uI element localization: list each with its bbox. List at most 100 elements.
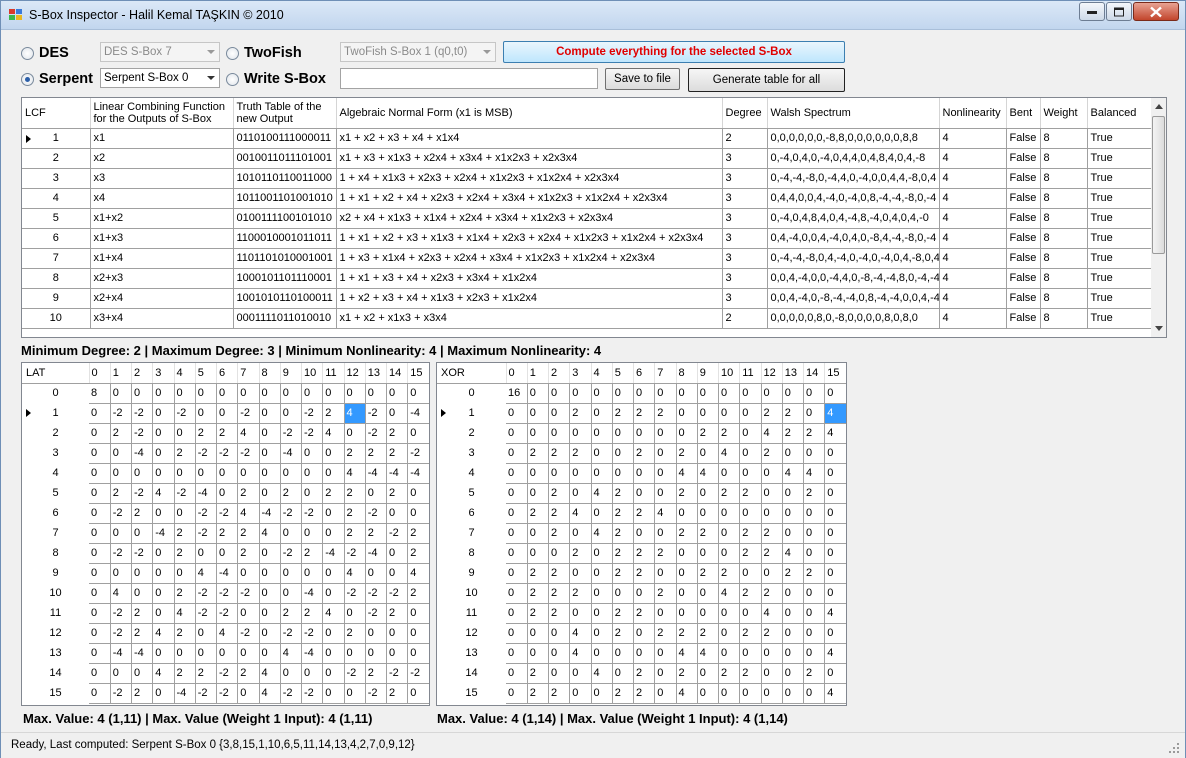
table-cell[interactable]: 4: [569, 623, 592, 644]
table-cell[interactable]: 0: [782, 683, 805, 704]
table-cell[interactable]: -2: [174, 483, 196, 504]
save-to-file-button[interactable]: Save to file: [605, 68, 680, 90]
lcf-col-header[interactable]: Nonlinearity: [939, 98, 1007, 129]
table-cell[interactable]: 0: [803, 543, 826, 564]
table-cell[interactable]: 4: [939, 268, 1007, 289]
table-cell[interactable]: 0: [697, 583, 720, 604]
table-cell[interactable]: 0: [322, 523, 345, 544]
table-cell[interactable]: 0: [591, 543, 613, 564]
table-cell[interactable]: 4: [824, 603, 846, 624]
table-cell[interactable]: 0: [676, 583, 698, 604]
table-cell[interactable]: 0: [110, 443, 133, 464]
table-cell[interactable]: 16: [506, 383, 528, 404]
table-cell[interactable]: x1 + x3 + x1x3 + x2x4 + x3x4 + x1x2x3 + …: [336, 148, 723, 169]
table-cell[interactable]: 0: [386, 403, 409, 424]
table-cell[interactable]: 2: [386, 423, 409, 444]
table-cell[interactable]: 0: [739, 403, 762, 424]
table-cell[interactable]: 0: [386, 503, 409, 524]
table-cell[interactable]: 0: [174, 643, 196, 664]
table-cell[interactable]: -2: [195, 583, 218, 604]
table-cell[interactable]: 4: [718, 583, 741, 604]
table-cell[interactable]: -2: [216, 663, 239, 684]
table-cell[interactable]: 2: [739, 483, 762, 504]
table-cell[interactable]: -2: [110, 503, 133, 524]
table-cell[interactable]: 2: [174, 623, 196, 644]
table-cell[interactable]: 0: [824, 563, 846, 584]
table-cell[interactable]: 4: [939, 208, 1007, 229]
table-cell[interactable]: -2: [386, 523, 409, 544]
table-cell[interactable]: 0: [548, 423, 571, 444]
table-cell[interactable]: -4: [280, 443, 303, 464]
table-cell[interactable]: 8: [1040, 168, 1088, 189]
table-cell[interactable]: 0: [739, 443, 762, 464]
table-cell[interactable]: 0: [824, 663, 846, 684]
table-cell[interactable]: -2: [216, 443, 239, 464]
table-cell[interactable]: 2: [131, 603, 154, 624]
table-cell[interactable]: 0: [654, 463, 677, 484]
table-cell[interactable]: 0: [697, 543, 720, 564]
lcf-col-header[interactable]: Algebraic Normal Form (x1 is MSB): [336, 98, 723, 129]
table-cell[interactable]: 0: [110, 663, 133, 684]
scroll-thumb[interactable]: [1152, 116, 1165, 254]
table-cell[interactable]: 2: [407, 523, 429, 544]
table-cell[interactable]: 1101101010001001: [233, 248, 337, 269]
table-cell[interactable]: 4: [152, 483, 175, 504]
table-cell[interactable]: 2: [739, 623, 762, 644]
table-cell[interactable]: 0: [654, 423, 677, 444]
table-cell[interactable]: 0: [548, 543, 571, 564]
table-row[interactable]: 4 x4 1011001101001010 1 + x1 + x2 + x4 + x2…: [22, 188, 1152, 209]
table-cell[interactable]: 0: [322, 563, 345, 584]
table-cell[interactable]: 0: [506, 623, 528, 644]
table-cell[interactable]: False: [1006, 168, 1041, 189]
table-cell[interactable]: 4: [174, 603, 196, 624]
table-cell[interactable]: 2: [803, 483, 826, 504]
table-cell[interactable]: 0: [322, 623, 345, 644]
table-cell[interactable]: 0: [259, 483, 281, 504]
table-cell[interactable]: 0: [216, 643, 239, 664]
table-cell[interactable]: 0: [280, 383, 303, 404]
table-cell[interactable]: 0: [697, 403, 720, 424]
table-cell[interactable]: 0,0,0,0,0,8,0,-8,0,0,0,0,8,0,8,0: [767, 308, 940, 329]
table-cell[interactable]: 0: [782, 483, 805, 504]
table-cell[interactable]: 4: [237, 503, 260, 524]
table-cell[interactable]: 2: [612, 503, 635, 524]
table-cell[interactable]: 4: [939, 128, 1007, 149]
table-cell[interactable]: 0: [301, 383, 324, 404]
table-cell[interactable]: 2: [569, 403, 592, 424]
table-cell[interactable]: False: [1006, 228, 1041, 249]
table-cell[interactable]: 0: [216, 403, 239, 424]
table-cell[interactable]: 0: [569, 383, 592, 404]
table-cell[interactable]: 0: [654, 563, 677, 584]
table-cell[interactable]: 0: [89, 403, 111, 424]
table-cell[interactable]: 0: [527, 483, 550, 504]
table-cell[interactable]: -4: [365, 543, 388, 564]
table-cell[interactable]: 1011001101001010: [233, 188, 337, 209]
table-cell[interactable]: 2: [548, 483, 571, 504]
table-cell[interactable]: 2: [697, 523, 720, 544]
table-cell[interactable]: 0: [761, 663, 783, 684]
table-cell[interactable]: -2: [365, 423, 388, 444]
table-cell[interactable]: 0: [152, 543, 175, 564]
table-cell[interactable]: 0: [591, 563, 613, 584]
table-cell[interactable]: 4: [322, 423, 345, 444]
table-cell[interactable]: -2: [407, 663, 429, 684]
table-cell[interactable]: 0: [569, 603, 592, 624]
table-cell[interactable]: 2: [761, 623, 783, 644]
table-cell[interactable]: 0: [259, 643, 281, 664]
table-cell[interactable]: 0: [824, 523, 846, 544]
table-cell[interactable]: 8: [1040, 248, 1088, 269]
table-row[interactable]: 8 x2+x3 1000101101110001 1 + x1 + x3 + x4 +…: [22, 268, 1152, 289]
table-cell[interactable]: 0: [259, 583, 281, 604]
table-cell[interactable]: 0: [633, 583, 656, 604]
table-cell[interactable]: 8: [89, 383, 111, 404]
table-cell[interactable]: 4: [654, 503, 677, 524]
table-cell[interactable]: -2: [110, 683, 133, 704]
table-cell[interactable]: 8: [1040, 228, 1088, 249]
table-cell[interactable]: 2: [676, 483, 698, 504]
table-cell[interactable]: 0: [301, 443, 324, 464]
table-cell[interactable]: -2: [344, 663, 366, 684]
table-cell[interactable]: -2: [110, 543, 133, 564]
table-cell[interactable]: 0: [506, 683, 528, 704]
table-cell[interactable]: 0: [407, 623, 429, 644]
table-cell[interactable]: 2: [722, 128, 768, 149]
